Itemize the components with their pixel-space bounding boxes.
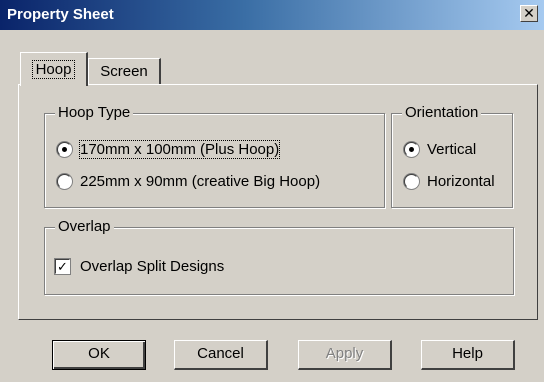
radio-button-checked[interactable] [57,142,72,157]
radio-hoop-big-label: 225mm x 90mm (creative Big Hoop) [80,173,321,190]
radio-hoop-plus[interactable]: 170mm x 100mm (Plus Hoop) [57,140,281,159]
title-bar[interactable]: Property Sheet ✕ [0,0,544,30]
radio-horizontal[interactable]: Horizontal [404,173,495,190]
overlap-group-label: Overlap [55,218,114,235]
close-icon[interactable]: ✕ [520,5,538,22]
cancel-button[interactable]: Cancel [174,340,268,370]
tab-hoop-label: Hoop [31,60,76,79]
overlap-split-designs[interactable]: ✓ Overlap Split Designs [55,258,224,275]
help-button[interactable]: Help [421,340,515,370]
radio-vertical-label: Vertical [427,141,477,158]
tab-screen-label: Screen [100,63,148,80]
tab-hoop[interactable]: Hoop [20,52,88,86]
radio-button[interactable] [57,174,72,189]
hoop-type-group-label: Hoop Type [55,104,134,121]
radio-button[interactable] [404,174,419,189]
tab-screen[interactable]: Screen [88,58,161,84]
ok-button[interactable]: OK [52,340,146,370]
overlap-group: Overlap ✓ Overlap Split Designs [44,218,514,295]
radio-hoop-plus-label: 170mm x 100mm (Plus Hoop) [78,140,281,159]
apply-button[interactable]: Apply [298,340,392,370]
orientation-group-label: Orientation [402,104,482,121]
hoop-type-group: Hoop Type 170mm x 100mm (Plus Hoop) 225m… [44,104,385,208]
orientation-group: Orientation Vertical Horizontal [391,104,513,208]
radio-button-checked[interactable] [404,142,419,157]
radio-hoop-big[interactable]: 225mm x 90mm (creative Big Hoop) [57,173,320,190]
overlap-split-designs-label: Overlap Split Designs [80,258,225,275]
window-title: Property Sheet [7,6,114,23]
property-sheet-dialog: Property Sheet ✕ Hoop Screen Hoop Type 1… [0,0,544,382]
check-icon[interactable]: ✓ [55,259,70,274]
radio-vertical[interactable]: Vertical [404,141,476,158]
radio-horizontal-label: Horizontal [427,173,495,190]
